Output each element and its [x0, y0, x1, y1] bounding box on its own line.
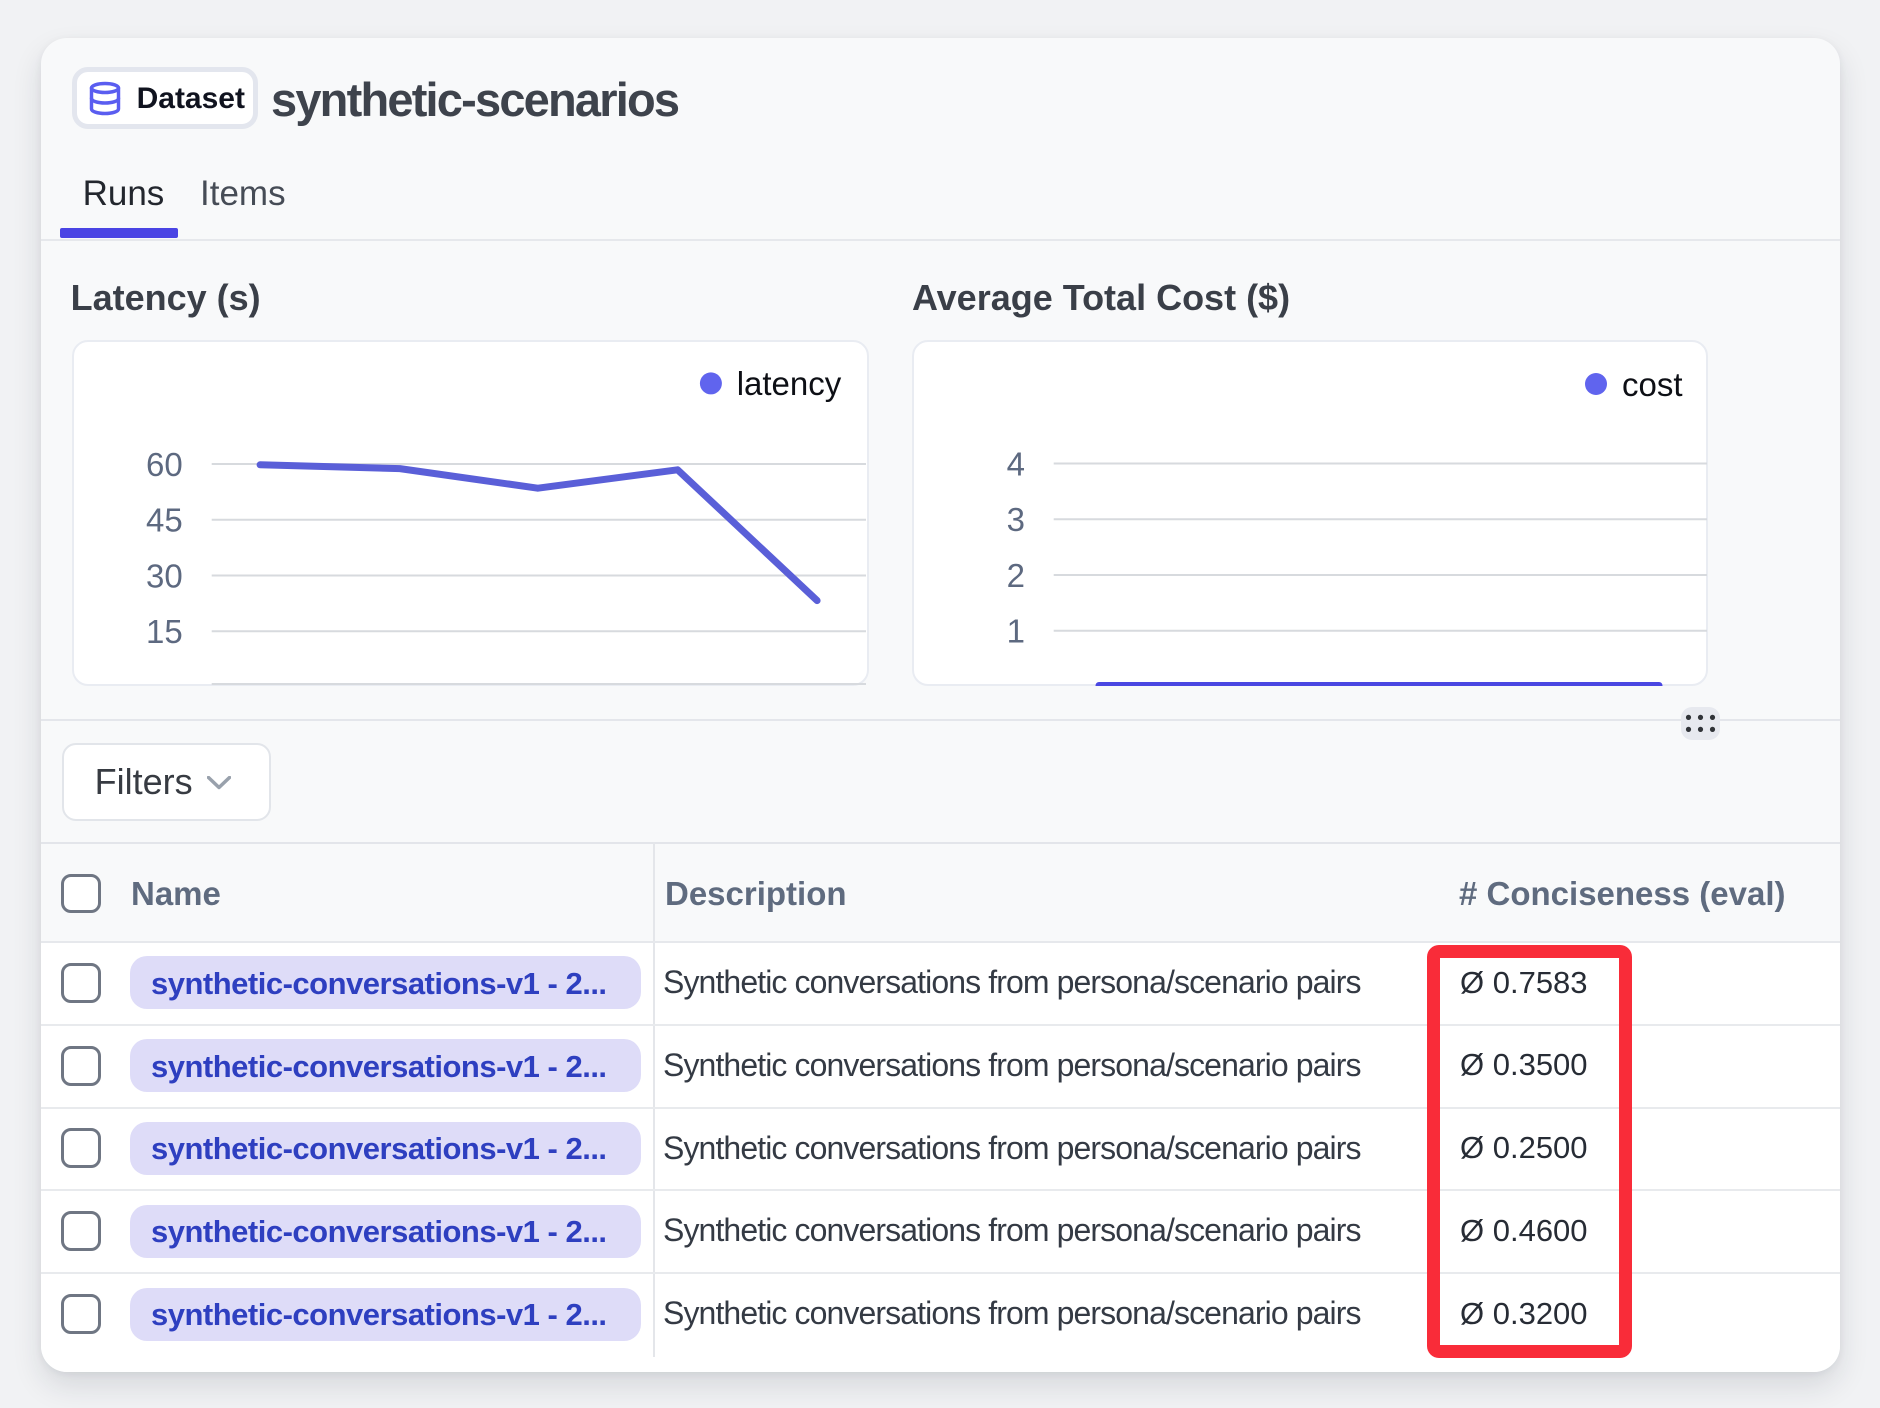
svg-text:4: 4	[1007, 445, 1025, 482]
svg-text:latency: latency	[737, 365, 842, 402]
svg-text:2: 2	[1007, 557, 1025, 594]
svg-text:45: 45	[146, 502, 183, 539]
svg-text:1: 1	[1007, 613, 1025, 650]
svg-text:60: 60	[146, 446, 183, 483]
svg-text:3: 3	[1007, 501, 1025, 538]
svg-text:30: 30	[146, 557, 183, 594]
svg-text:cost: cost	[1622, 366, 1683, 403]
svg-text:15: 15	[146, 613, 183, 650]
